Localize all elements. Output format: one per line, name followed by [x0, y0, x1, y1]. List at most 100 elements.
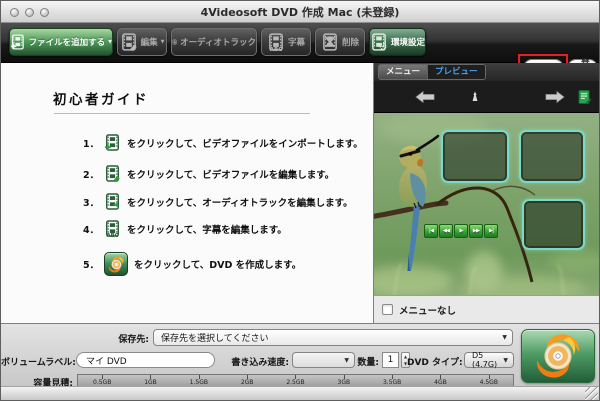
quantity-label: 数量: [357, 358, 379, 368]
app-window: 4Videosoft DVD 作成 Mac (未登録) ファイルを追加する ▼ … [0, 0, 600, 401]
tick-label: 4GB [434, 379, 447, 386]
tick-label: 3.5GB [382, 379, 402, 386]
step-number: 1． [83, 138, 100, 150]
tick-label: 2.5GB [286, 379, 305, 386]
zoom-button[interactable] [40, 8, 49, 17]
edit-menu-icon[interactable] [578, 89, 592, 105]
delete-button[interactable]: 削除 [315, 28, 365, 56]
film-abc-icon: ABC [267, 33, 285, 51]
step-text: をクリックして、字幕を編集します。 [127, 224, 287, 236]
previous-track-button[interactable]: |◀ [424, 224, 438, 238]
next-menu-arrow-icon[interactable] [544, 90, 566, 104]
no-menu-label: メニューなし [399, 305, 457, 317]
divider [54, 113, 310, 114]
delete-label: 削除 [341, 38, 359, 48]
step-text: をクリックして、ビデオファイルを編集します。 [127, 169, 335, 181]
next-track-button[interactable]: ▶| [484, 224, 498, 238]
minimize-button[interactable] [25, 8, 34, 17]
rewind-button[interactable]: ◀◀ [439, 224, 453, 238]
menu-preview-area: |◀ ◀◀ ▶ ▶▶ ▶| [374, 113, 599, 295]
volume-label: ボリュームラベル: [1, 358, 76, 368]
tick-label: 1GB [144, 379, 157, 386]
tick-mark [488, 375, 490, 379]
menu-thumbnail-frame-2[interactable] [519, 130, 585, 183]
edit-button[interactable]: 編集 ▼ [117, 28, 167, 56]
menu-template-glyph-icon [472, 91, 478, 101]
dvd-type-label: DVD タイプ: [407, 358, 463, 368]
tick-label: 3GB [337, 379, 351, 386]
menu-nav-bar [374, 81, 599, 113]
film-delete-icon [321, 33, 339, 51]
step-text: をクリックして、ビデオファイルをインポートします。 [127, 138, 363, 150]
step-number: 2． [83, 169, 100, 181]
write-speed-dropdown[interactable]: ▼ [292, 352, 355, 368]
guide-step-5: 5． をクリックして、DVD を作成します。 [83, 252, 301, 276]
menu-thumbnail-frame-1[interactable] [441, 130, 509, 183]
film-abc-icon: ABC [104, 220, 121, 239]
preview-panel: メニュー プレビュー |◀ ◀◀ ▶ ▶▶ ▶| メニューなし [373, 63, 599, 323]
burn-settings-panel: 保存先: 保存先を選択してください ▼ ボリュームラベル: マイ DVD 書き込… [1, 323, 599, 389]
destination-label: 保存先: [118, 335, 149, 345]
step-text: をクリックして、DVD を作成します。 [134, 260, 302, 271]
abc-badge: ABC [107, 233, 119, 237]
audio-track-button[interactable]: オーディオトラック [171, 28, 257, 56]
dropdown-arrow-icon: ▼ [502, 334, 507, 341]
tick-mark [247, 375, 249, 379]
toolbar: ファイルを追加する ▼ 編集 ▼ オーディオトラック ABC 字幕 削除 環境設… [1, 23, 599, 81]
audio-track-label: オーディオトラック [180, 38, 256, 48]
subtitle-button[interactable]: ABC 字幕 [261, 28, 311, 56]
quantity-input[interactable]: 1 [382, 352, 399, 368]
guide-step-2: 2． をクリックして、ビデオファイルを編集します。 [83, 165, 335, 183]
playback-controls: |◀ ◀◀ ▶ ▶▶ ▶| [424, 224, 498, 238]
previous-menu-arrow-icon[interactable] [414, 90, 436, 104]
step-number: 4． [83, 224, 100, 236]
status-bar [1, 386, 599, 400]
step-text: をクリックして、オーディオトラックを編集します。 [127, 197, 353, 209]
film-audio-icon [172, 33, 177, 51]
tab-preview[interactable]: プレビュー [428, 65, 485, 79]
burn-button[interactable] [521, 329, 595, 383]
window-title: 4Videosoft DVD 作成 Mac (未登録) [200, 5, 400, 19]
no-menu-checkbox[interactable] [382, 304, 393, 315]
tick-mark [392, 375, 394, 379]
dropdown-arrow-icon: ▼ [344, 356, 349, 364]
guide-title: 初心者ガイド [53, 92, 149, 108]
volume-name-value: マイ DVD [86, 356, 127, 367]
menu-thumbnail-frame-3[interactable] [522, 199, 585, 250]
guide-step-1: 1． をクリックして、ビデオファイルをインポートします。 [83, 134, 363, 151]
subtitle-label: 字幕 [287, 38, 305, 48]
play-button[interactable]: ▶ [454, 224, 468, 238]
step-number: 5． [83, 260, 100, 271]
tick-mark [343, 375, 345, 379]
title-bar: 4Videosoft DVD 作成 Mac (未登録) [1, 1, 599, 23]
window-controls [10, 8, 49, 17]
tick-label: 2GB [240, 379, 254, 386]
beginner-guide-panel: 初心者ガイド 1． をクリックして、ビデオファイルをインポートします。 2． を… [1, 63, 372, 323]
flame-disc-icon [535, 333, 581, 379]
add-file-label: ファイルを追加する [28, 38, 106, 48]
destination-dropdown[interactable]: 保存先を選択してください ▼ [153, 329, 513, 346]
tick-mark [198, 375, 200, 379]
dvd-type-dropdown[interactable]: D5 (4.7G) ▼ [464, 351, 514, 369]
chevron-down-icon: ▼ [108, 38, 112, 45]
tick-mark [150, 375, 152, 379]
fast-forward-button[interactable]: ▶▶ [469, 224, 483, 238]
destination-value: 保存先を選択してください [161, 334, 269, 344]
guide-step-3: 3． をクリックして、オーディオトラックを編集します。 [83, 193, 353, 210]
write-speed-label: 書き込み速度: [231, 358, 289, 368]
volume-name-input[interactable]: マイ DVD [76, 352, 215, 368]
edit-label: 編集 [140, 38, 158, 48]
resize-grip[interactable] [585, 387, 598, 400]
add-file-button[interactable]: ファイルを追加する ▼ [9, 28, 113, 56]
film-edit-icon [120, 33, 137, 51]
tick-label: 4.5GB [479, 379, 498, 386]
tab-menu[interactable]: メニュー [379, 65, 429, 79]
film-audio-icon [104, 193, 121, 210]
dropdown-arrow-icon: ▼ [503, 356, 508, 364]
chevron-down-icon: ▼ [160, 38, 165, 45]
preferences-button[interactable]: 環境設定 [369, 28, 426, 56]
tick-label: 1.5GB [189, 379, 208, 386]
close-button[interactable] [10, 8, 19, 17]
tick-mark [440, 375, 442, 379]
no-menu-row: メニューなし [374, 295, 599, 323]
